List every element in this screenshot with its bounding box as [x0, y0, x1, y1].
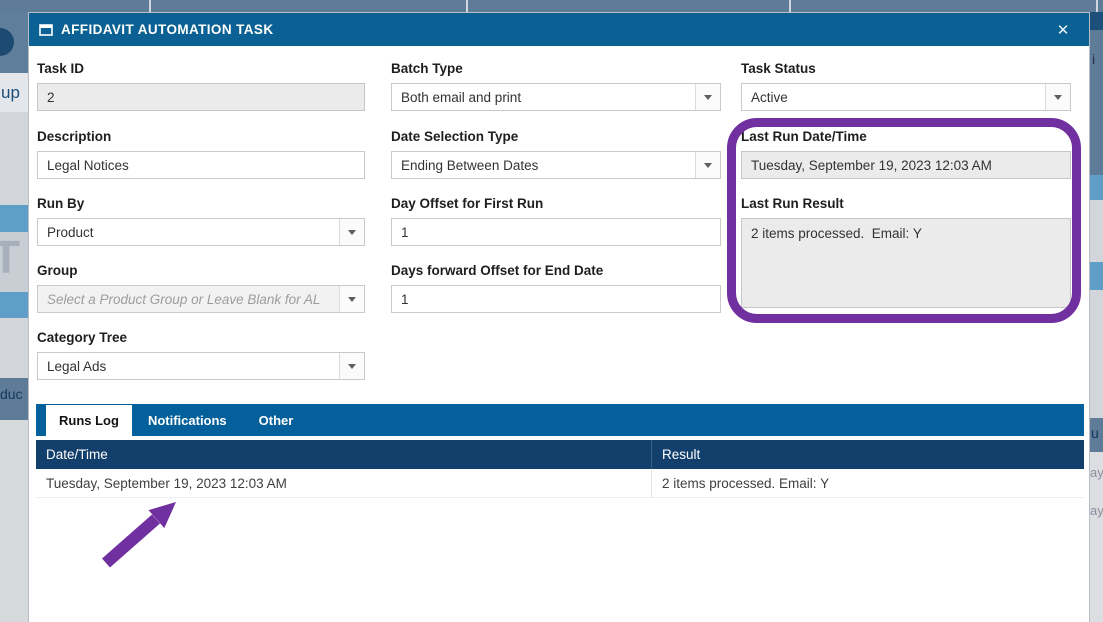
- chevron-down-icon[interactable]: [695, 152, 720, 178]
- task-id-input: 2: [37, 83, 365, 111]
- field-date-selection-type: Date Selection Type Ending Between Dates: [391, 129, 721, 179]
- tab-notifications[interactable]: Notifications: [132, 405, 243, 436]
- task-status-label: Task Status: [741, 61, 1071, 76]
- field-description: Description Legal Notices: [37, 129, 365, 179]
- tab-other[interactable]: Other: [243, 405, 310, 436]
- run-by-label: Run By: [37, 196, 365, 211]
- days-forward-offset-input[interactable]: 1: [391, 285, 721, 313]
- run-by-value: Product: [47, 225, 94, 240]
- affidavit-task-dialog: AFFIDAVIT AUTOMATION TASK ✕ Task ID 2 De…: [28, 12, 1090, 622]
- group-label: Group: [37, 263, 365, 278]
- chevron-down-icon[interactable]: [339, 219, 364, 245]
- day-offset-first-run-label: Day Offset for First Run: [391, 196, 721, 211]
- last-run-datetime-input: Tuesday, September 19, 2023 12:03 AM: [741, 151, 1071, 179]
- chevron-down-icon[interactable]: [1045, 84, 1070, 110]
- backdrop-text-fragment: T: [0, 234, 20, 280]
- batch-type-value: Both email and print: [401, 90, 521, 105]
- task-id-label: Task ID: [37, 61, 365, 76]
- date-selection-type-label: Date Selection Type: [391, 129, 721, 144]
- close-icon[interactable]: ✕: [1051, 18, 1075, 42]
- backdrop-block: [1090, 200, 1103, 262]
- backdrop-block: [0, 420, 28, 622]
- task-status-select[interactable]: Active: [741, 83, 1071, 111]
- backdrop-logo-fragment: [0, 28, 14, 56]
- last-run-datetime-value: Tuesday, September 19, 2023 12:03 AM: [751, 158, 992, 173]
- row-result-cell: 2 items processed. Email: Y: [651, 469, 1084, 497]
- backdrop-text-fragment: i: [1092, 52, 1095, 66]
- backdrop-block: [1090, 12, 1103, 30]
- backdrop-block: [0, 318, 28, 378]
- batch-type-label: Batch Type: [391, 61, 721, 76]
- backdrop-separator: [789, 0, 791, 12]
- tab-runs-log[interactable]: Runs Log: [46, 405, 132, 436]
- date-selection-type-select[interactable]: Ending Between Dates: [391, 151, 721, 179]
- runs-log-row[interactable]: Tuesday, September 19, 2023 12:03 AM 2 i…: [36, 469, 1084, 498]
- category-tree-select[interactable]: Legal Ads: [37, 352, 365, 380]
- backdrop-block: [0, 112, 28, 205]
- field-task-status: Task Status Active: [741, 61, 1071, 111]
- backdrop-block: T: [0, 232, 28, 292]
- backdrop-separator: [149, 0, 151, 12]
- category-tree-value: Legal Ads: [47, 359, 106, 374]
- backdrop-block: [0, 292, 28, 318]
- field-last-run-datetime: Last Run Date/Time Tuesday, September 19…: [741, 129, 1071, 179]
- backdrop-block: [0, 205, 28, 232]
- backdrop-top-strip: [0, 0, 1103, 12]
- last-run-result-textarea: 2 items processed. Email: Y: [741, 218, 1071, 308]
- backdrop-text-fragment: ay: [1090, 504, 1103, 517]
- chevron-down-icon[interactable]: [339, 353, 364, 379]
- field-batch-type: Batch Type Both email and print: [391, 61, 721, 111]
- field-task-id: Task ID 2: [37, 61, 365, 111]
- field-category-tree: Category Tree Legal Ads: [37, 330, 365, 380]
- last-run-result-label: Last Run Result: [741, 196, 1071, 211]
- chevron-down-icon[interactable]: [695, 84, 720, 110]
- backdrop-block: [1090, 290, 1103, 418]
- last-run-datetime-label: Last Run Date/Time: [741, 129, 1071, 144]
- backdrop-block: i: [1090, 30, 1103, 175]
- backdrop-block: up: [0, 73, 28, 112]
- backdrop-block: [1090, 175, 1103, 200]
- backdrop-separator: [466, 0, 468, 12]
- category-tree-label: Category Tree: [37, 330, 365, 345]
- backdrop-block: duc: [0, 378, 28, 420]
- backdrop-block: ay ay: [1090, 452, 1103, 622]
- backdrop-text-fragment: ay: [1090, 466, 1103, 479]
- run-by-select[interactable]: Product: [37, 218, 365, 246]
- field-days-forward-offset: Days forward Offset for End Date 1: [391, 263, 721, 313]
- chevron-down-icon[interactable]: [339, 286, 364, 312]
- last-run-result-value: 2 items processed. Email: Y: [751, 226, 922, 241]
- field-run-by: Run By Product: [37, 196, 365, 246]
- window-icon: [39, 24, 53, 36]
- task-status-value: Active: [751, 90, 788, 105]
- field-day-offset-first-run: Day Offset for First Run 1: [391, 196, 721, 246]
- runs-log-header-row: Date/Time Result: [36, 440, 1084, 469]
- field-group: Group Select a Product Group or Leave Bl…: [37, 263, 365, 313]
- group-select[interactable]: Select a Product Group or Leave Blank fo…: [37, 285, 365, 313]
- backdrop-text-fragment: up: [1, 84, 20, 101]
- day-offset-first-run-input[interactable]: 1: [391, 218, 721, 246]
- days-forward-offset-value: 1: [401, 292, 409, 307]
- column-header-datetime: Date/Time: [36, 440, 651, 469]
- backdrop-text-fragment: u: [1091, 426, 1099, 440]
- dialog-title: AFFIDAVIT AUTOMATION TASK: [61, 22, 273, 37]
- task-id-value: 2: [47, 90, 55, 105]
- description-value: Legal Notices: [47, 158, 129, 173]
- tab-strip: Runs Log Notifications Other: [36, 404, 1084, 438]
- backdrop-block: [1090, 262, 1103, 290]
- days-forward-offset-label: Days forward Offset for End Date: [391, 263, 721, 278]
- description-label: Description: [37, 129, 365, 144]
- date-selection-type-value: Ending Between Dates: [401, 158, 538, 173]
- backdrop-text-fragment: duc: [0, 387, 23, 401]
- backdrop-block: [0, 12, 28, 73]
- row-datetime-cell: Tuesday, September 19, 2023 12:03 AM: [36, 469, 651, 497]
- day-offset-first-run-value: 1: [401, 225, 409, 240]
- description-input[interactable]: Legal Notices: [37, 151, 365, 179]
- dialog-titlebar: AFFIDAVIT AUTOMATION TASK ✕: [29, 13, 1089, 46]
- batch-type-select[interactable]: Both email and print: [391, 83, 721, 111]
- backdrop-separator: [1096, 0, 1098, 12]
- group-placeholder: Select a Product Group or Leave Blank fo…: [47, 292, 320, 307]
- column-header-result: Result: [651, 440, 1084, 469]
- field-last-run-result: Last Run Result 2 items processed. Email…: [741, 196, 1071, 308]
- backdrop-block: u: [1090, 418, 1103, 452]
